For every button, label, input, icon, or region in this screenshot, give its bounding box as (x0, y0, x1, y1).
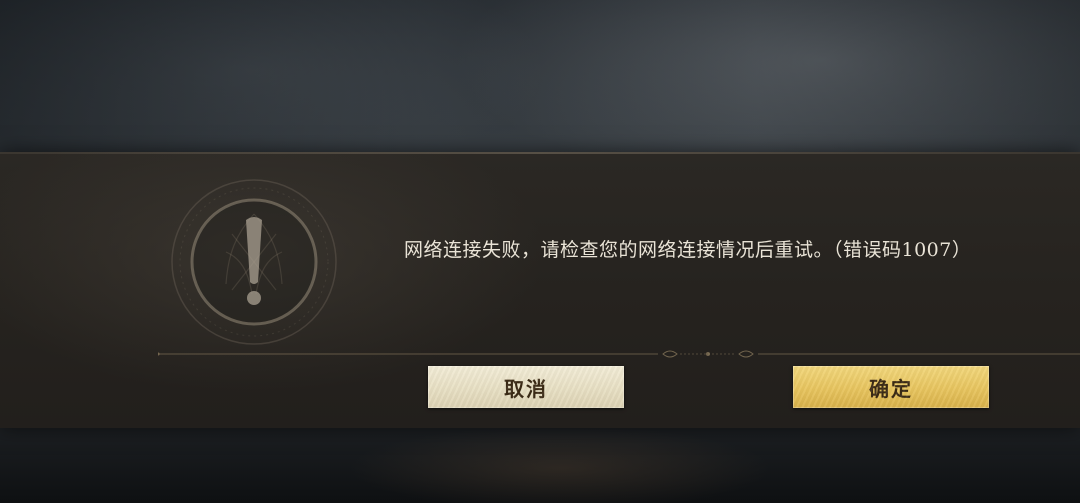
error-message: 网络连接失败，请检查您的网络连接情况后重试。（错误码1007） (404, 239, 972, 261)
ornament-divider (158, 350, 1080, 358)
error-dialog: 网络连接失败，请检查您的网络连接情况后重试。（错误码1007） 取消 确定 (0, 152, 1080, 428)
cancel-button-label: 取消 (504, 376, 548, 401)
background-top-shade (0, 0, 1080, 152)
confirm-button-label: 确定 (869, 376, 913, 401)
confirm-button[interactable]: 确定 (793, 366, 989, 408)
background-bottom-scene (0, 428, 1080, 503)
dialog-top-edge (0, 152, 1080, 154)
cancel-button[interactable]: 取消 (428, 366, 624, 408)
exclamation-emblem-icon (171, 179, 337, 345)
